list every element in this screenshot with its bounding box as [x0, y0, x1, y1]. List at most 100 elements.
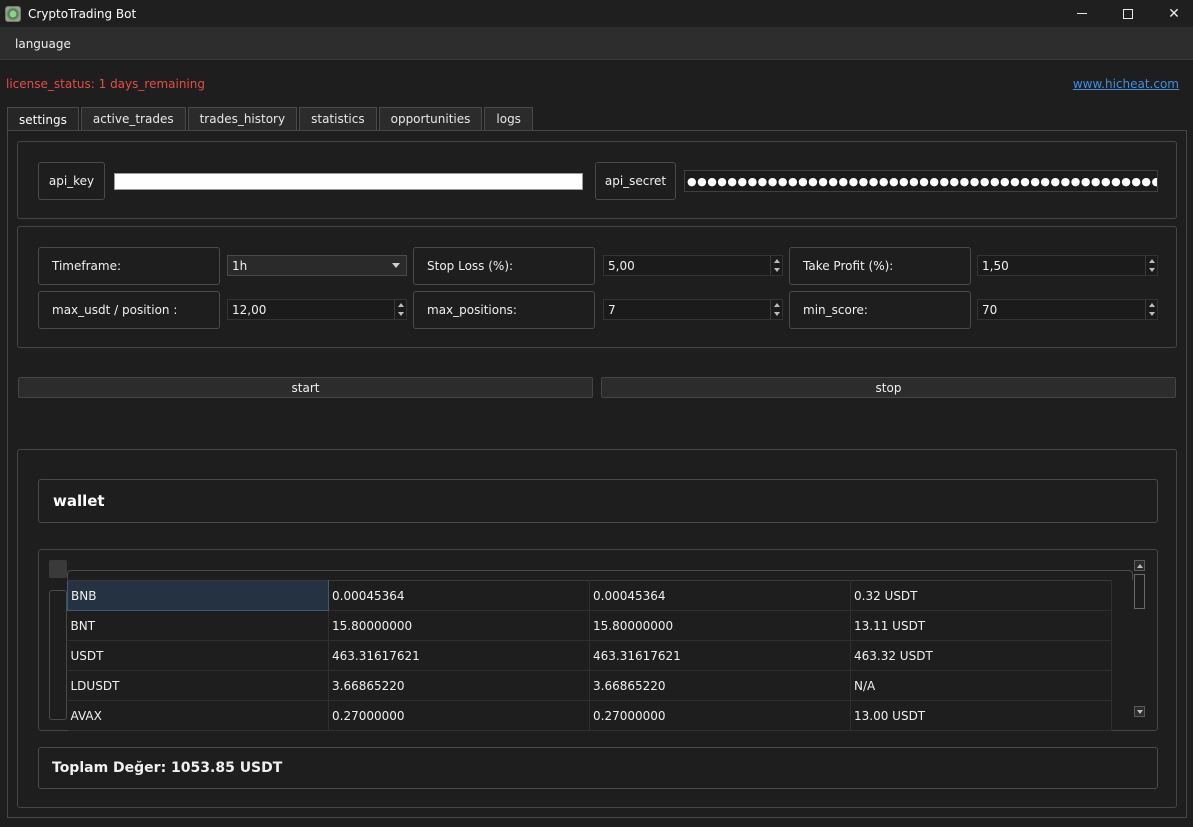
scroll-down-icon — [1136, 709, 1143, 714]
stop-loss-label: Stop Loss (%): — [413, 247, 595, 285]
tab-active-trades[interactable]: active_trades — [80, 107, 186, 130]
value-cell[interactable]: 463.32 USDT — [850, 640, 1112, 671]
start-button[interactable]: start — [18, 377, 593, 398]
spin-up-icon[interactable] — [771, 300, 782, 310]
table-row[interactable]: LDUSDT 3.66865220 3.66865220 N/A — [67, 670, 1112, 701]
spin-up-icon[interactable] — [1146, 256, 1157, 266]
tab-opportunities[interactable]: opportunities — [378, 107, 483, 130]
api-key-input[interactable] — [114, 173, 583, 190]
chevron-down-icon — [392, 263, 400, 268]
spin-up-icon[interactable] — [771, 256, 782, 266]
spin-down-icon[interactable] — [1146, 266, 1157, 276]
settings-pane: api_key api_secret ●●●●●●●●●●●●●●●●●●●●●… — [7, 130, 1187, 818]
wallet-table-body: BNB 0.00045364 0.00045364 0.32 USDT BNT … — [67, 580, 1112, 731]
max-usdt-stepper[interactable] — [394, 300, 406, 319]
asset-cell[interactable]: USDT — [67, 640, 329, 671]
close-icon: ✕ — [1168, 5, 1180, 22]
asset-cell[interactable]: LDUSDT — [67, 670, 329, 701]
scroll-thumb[interactable] — [1134, 574, 1145, 609]
scroll-down-button[interactable] — [1134, 706, 1145, 717]
spin-down-icon[interactable] — [395, 310, 406, 320]
min-score-value: 70 — [982, 302, 998, 317]
vertical-scrollbar[interactable] — [1133, 560, 1147, 722]
value-cell[interactable]: 0.32 USDT — [850, 580, 1112, 611]
table-row[interactable]: BNB 0.00045364 0.00045364 0.32 USDT — [67, 580, 1112, 611]
tab-trades-history[interactable]: trades_history — [187, 107, 298, 130]
tab-statistics[interactable]: statistics — [299, 107, 377, 130]
asset-cell[interactable]: BNT — [67, 610, 329, 641]
max-positions-label: max_positions: — [413, 291, 595, 329]
stop-loss-stepper[interactable] — [770, 256, 782, 275]
spin-down-icon[interactable] — [771, 266, 782, 276]
take-profit-stepper[interactable] — [1145, 256, 1157, 275]
max-positions-stepper[interactable] — [770, 300, 782, 319]
max-usdt-value: 12,00 — [232, 302, 267, 317]
timeframe-label: Timeframe: — [38, 247, 220, 285]
take-profit-spinbox[interactable]: 1,50 — [977, 255, 1158, 276]
maximize-button[interactable] — [1105, 0, 1151, 27]
timeframe-value: 1h — [232, 258, 248, 273]
table-header — [67, 570, 1133, 580]
trade-parameters-group: Timeframe: 1h Stop Loss (%): 5,00 Take P… — [17, 226, 1177, 348]
wallet-table: BNB 0.00045364 0.00045364 0.32 USDT BNT … — [38, 549, 1158, 731]
scroll-up-button[interactable] — [1134, 560, 1145, 571]
scroll-up-icon — [1136, 563, 1143, 568]
title-bar: CryptoTrading Bot ✕ — [0, 0, 1193, 27]
free-cell[interactable]: 3.66865220 — [589, 670, 851, 701]
amount-cell[interactable]: 15.80000000 — [328, 610, 590, 641]
tab-logs[interactable]: logs — [484, 107, 533, 130]
asset-cell[interactable]: AVAX — [67, 700, 329, 731]
take-profit-value: 1,50 — [982, 258, 1009, 273]
close-button[interactable]: ✕ — [1151, 0, 1193, 27]
table-corner-button[interactable] — [49, 560, 67, 578]
wallet-title: wallet — [38, 479, 1158, 523]
spin-down-icon[interactable] — [771, 310, 782, 320]
amount-cell[interactable]: 0.00045364 — [328, 580, 590, 611]
row-header — [49, 590, 67, 720]
timeframe-select[interactable]: 1h — [227, 255, 407, 276]
stop-button[interactable]: stop — [601, 377, 1176, 398]
menu-bar: language — [0, 27, 1193, 60]
max-usdt-spinbox[interactable]: 12,00 — [227, 299, 407, 320]
value-cell[interactable]: N/A — [850, 670, 1112, 701]
api-secret-label: api_secret — [595, 162, 676, 200]
app-logo-icon — [5, 5, 21, 22]
spin-down-icon[interactable] — [1146, 310, 1157, 320]
min-score-label: min_score: — [789, 291, 971, 329]
maximize-icon — [1123, 8, 1133, 19]
amount-cell[interactable]: 3.66865220 — [328, 670, 590, 701]
spin-up-icon[interactable] — [1146, 300, 1157, 310]
min-score-spinbox[interactable]: 70 — [977, 299, 1158, 320]
spin-up-icon[interactable] — [395, 300, 406, 310]
api-secret-input[interactable]: ●●●●●●●●●●●●●●●●●●●●●●●●●●●●●●●●●●●●●●●●… — [684, 170, 1158, 192]
stop-loss-spinbox[interactable]: 5,00 — [603, 255, 783, 276]
amount-cell[interactable]: 463.31617621 — [328, 640, 590, 671]
table-row[interactable]: BNT 15.80000000 15.80000000 13.11 USDT — [67, 610, 1112, 641]
value-cell[interactable]: 13.11 USDT — [850, 610, 1112, 641]
api-key-label: api_key — [38, 162, 105, 200]
free-cell[interactable]: 463.31617621 — [589, 640, 851, 671]
value-cell[interactable]: 13.00 USDT — [850, 700, 1112, 731]
free-cell[interactable]: 0.00045364 — [589, 580, 851, 611]
max-usdt-label: max_usdt / position : — [38, 291, 220, 329]
asset-cell[interactable]: BNB — [67, 580, 329, 611]
free-cell[interactable]: 0.27000000 — [589, 700, 851, 731]
menu-language[interactable]: language — [15, 37, 71, 51]
window-title: CryptoTrading Bot — [28, 6, 137, 21]
amount-cell[interactable]: 0.27000000 — [328, 700, 590, 731]
tab-settings[interactable]: settings — [7, 107, 79, 131]
total-value-label: Toplam Değer: 1053.85 USDT — [38, 747, 1158, 789]
table-row[interactable]: AVAX 0.27000000 0.27000000 13.00 USDT — [67, 700, 1112, 731]
min-score-stepper[interactable] — [1145, 300, 1157, 319]
minimize-button[interactable] — [1059, 0, 1105, 27]
table-row[interactable]: USDT 463.31617621 463.31617621 463.32 US… — [67, 640, 1112, 671]
license-status: license_status: 1 days_remaining — [6, 77, 205, 91]
max-positions-value: 7 — [608, 302, 616, 317]
stop-loss-value: 5,00 — [608, 258, 635, 273]
minimize-icon — [1077, 13, 1087, 14]
free-cell[interactable]: 15.80000000 — [589, 610, 851, 641]
max-positions-spinbox[interactable]: 7 — [603, 299, 783, 320]
api-credentials-group: api_key api_secret ●●●●●●●●●●●●●●●●●●●●●… — [17, 141, 1177, 219]
wallet-group: wallet BNB 0.00045364 0.00045364 0.32 US… — [17, 449, 1177, 808]
website-link[interactable]: www.hicheat.com — [1073, 77, 1179, 91]
